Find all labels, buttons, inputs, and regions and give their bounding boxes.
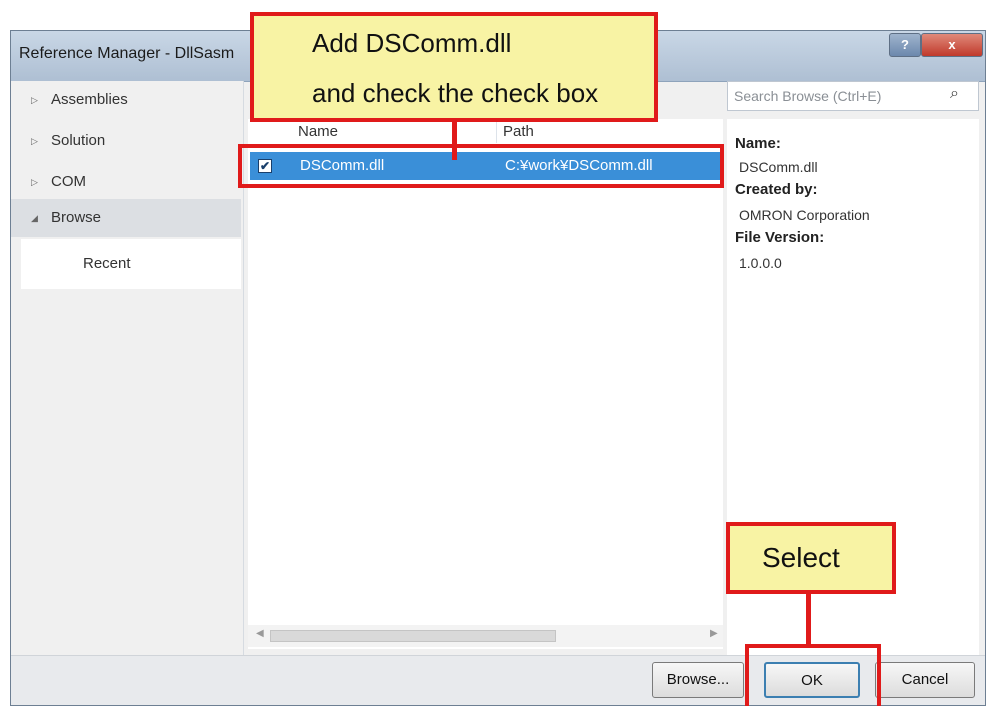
callout-text-line1: Add DSComm.dll: [312, 28, 512, 58]
callout-add-dll: Add DSComm.dll and check the check box: [250, 12, 658, 122]
sidebar-item-solution[interactable]: ▷ Solution: [11, 122, 241, 160]
expand-arrow-icon: ▷: [31, 177, 38, 187]
collapse-arrow-icon: ◢: [31, 213, 38, 223]
sidebar-item-recent[interactable]: Recent: [21, 239, 241, 289]
window-title: Reference Manager - DllSasm: [19, 45, 235, 62]
callout-select: Select: [726, 522, 896, 594]
detail-name-value: DSComm.dll: [739, 159, 818, 175]
help-button[interactable]: ?: [889, 33, 921, 57]
sidebar-item-browse[interactable]: ◢ Browse: [11, 199, 241, 237]
close-button[interactable]: x: [921, 33, 983, 57]
sidebar-item-label: Solution: [51, 132, 106, 149]
column-divider[interactable]: [496, 121, 497, 143]
search-placeholder: Search Browse (Ctrl+E): [734, 88, 882, 104]
detail-version-label: File Version:: [735, 229, 825, 246]
search-input[interactable]: Search Browse (Ctrl+E) ⌕: [727, 81, 979, 111]
detail-created-value: OMRON Corporation: [739, 207, 870, 223]
column-header-name[interactable]: Name: [298, 123, 338, 140]
sidebar-item-label: Recent: [83, 255, 131, 272]
sidebar-item-label: Assemblies: [51, 91, 128, 108]
horizontal-scrollbar[interactable]: ◀ ▶: [248, 625, 723, 647]
close-icon: x: [948, 37, 956, 52]
callout-pointer-line: [452, 120, 457, 160]
callout-text: Select: [762, 542, 840, 573]
sidebar: ▷ Assemblies ▷ Solution ▷ COM ◢ Browse R…: [11, 81, 244, 655]
detail-name-label: Name:: [735, 135, 781, 152]
highlight-row-box: [238, 144, 724, 188]
scroll-left-icon[interactable]: ◀: [256, 628, 264, 639]
sidebar-item-assemblies[interactable]: ▷ Assemblies: [11, 81, 241, 119]
expand-arrow-icon: ▷: [31, 95, 38, 105]
search-icon[interactable]: ⌕: [950, 85, 959, 103]
detail-created-label: Created by:: [735, 181, 818, 198]
column-header-path[interactable]: Path: [503, 123, 534, 140]
highlight-ok-box: [745, 644, 881, 706]
reference-manager-window: Reference Manager - DllSasm ? x ▷ Assemb…: [10, 30, 986, 706]
expand-arrow-icon: ▷: [31, 136, 38, 146]
help-icon: ?: [901, 37, 909, 52]
detail-version-value: 1.0.0.0: [739, 255, 782, 271]
browse-button[interactable]: Browse...: [652, 662, 744, 698]
scrollbar-thumb[interactable]: [270, 630, 556, 642]
callout-pointer-line: [806, 592, 811, 648]
sidebar-item-com[interactable]: ▷ COM: [11, 163, 241, 201]
callout-text-line2: and check the check box: [312, 78, 599, 108]
scroll-right-icon[interactable]: ▶: [710, 628, 718, 639]
reference-list: Name Path ✔ DSComm.dll C:¥work¥DSComm.dl…: [248, 119, 723, 649]
cancel-button[interactable]: Cancel: [875, 662, 975, 698]
sidebar-item-label: COM: [51, 173, 86, 190]
sidebar-item-label: Browse: [51, 209, 102, 226]
